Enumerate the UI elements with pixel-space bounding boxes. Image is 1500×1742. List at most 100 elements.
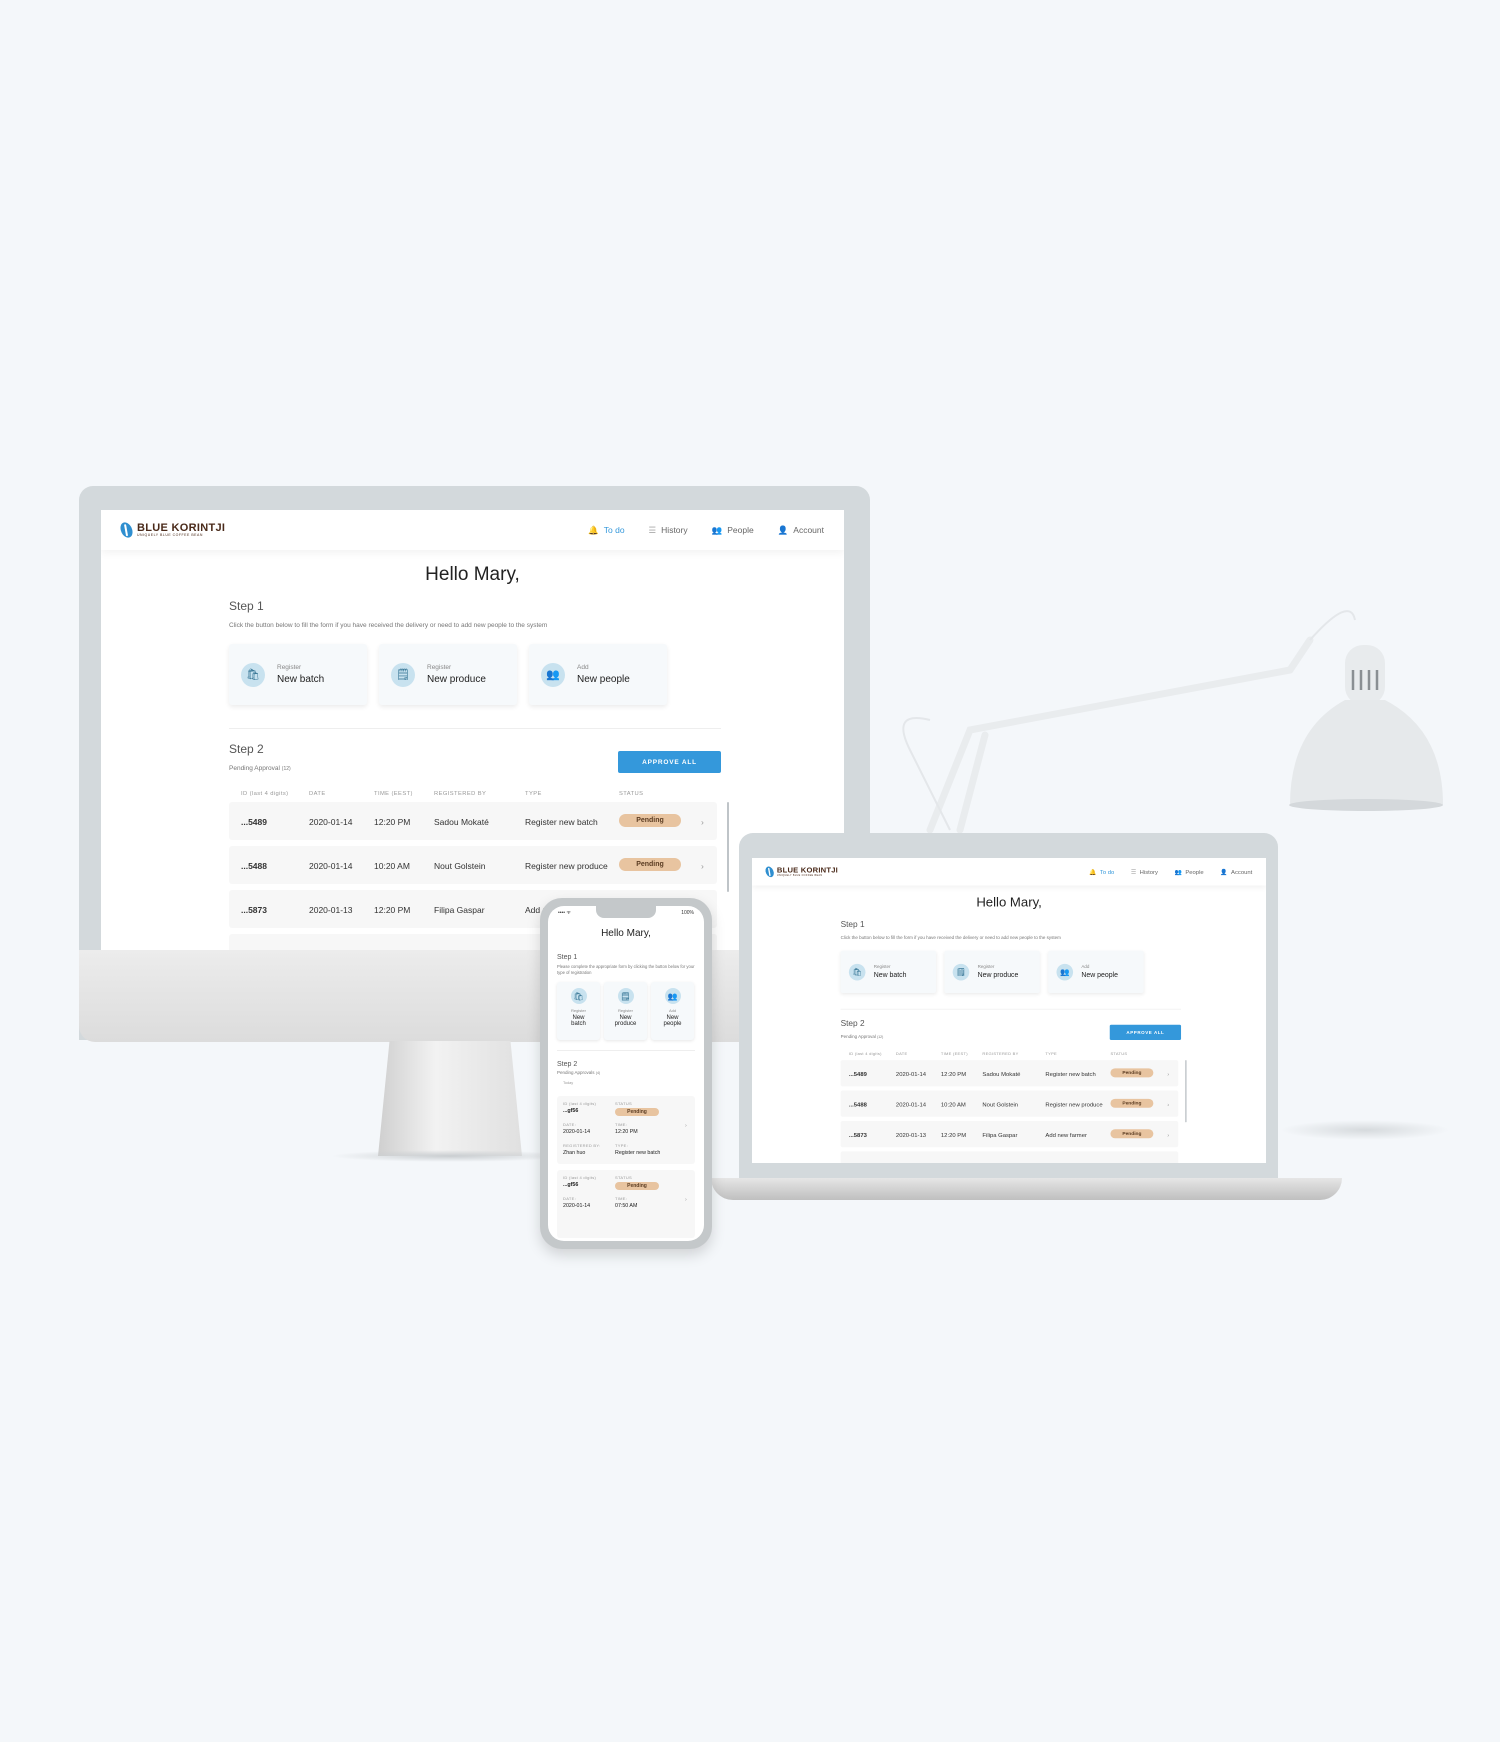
cell-time: 12:20 PM bbox=[374, 905, 411, 915]
field-label: DATE: bbox=[563, 1196, 576, 1201]
user-icon: 👤 bbox=[1220, 868, 1228, 875]
status-badge: Pending bbox=[619, 814, 681, 827]
card-new-batch[interactable]: 🛍 Register New batch bbox=[840, 950, 937, 993]
pending-count: (12) bbox=[281, 766, 291, 772]
brand-logo[interactable]: BLUE KORINTJI UNIQUELY BLUE COFFEE BEAN bbox=[118, 520, 225, 540]
nav-people[interactable]: 👥 People bbox=[712, 525, 754, 536]
scrollbar[interactable] bbox=[727, 802, 729, 892]
field-label: STATUS bbox=[615, 1175, 632, 1180]
table-row[interactable]: ...5873 2020-01-13 12:20 PM Filipa Gaspar Ad… bbox=[840, 1120, 1179, 1148]
card-new-people[interactable]: 👥 Add New people bbox=[1048, 950, 1144, 993]
column-header: TIME (EEST) bbox=[940, 1052, 968, 1057]
battery-indicator: 100% bbox=[681, 910, 694, 916]
app-ui: BLUE KORINTJI UNIQUELY BLUE COFFEE BEAN 🔔 T… bbox=[752, 858, 1266, 1163]
step1-description: Please complete the appropriate form by … bbox=[557, 964, 695, 975]
phone-card[interactable]: 🛍 Register New batch bbox=[557, 982, 600, 1040]
top-navbar: BLUE KORINTJI UNIQUELY BLUE COFFEE BEAN 🔔 T… bbox=[101, 510, 844, 550]
phone-card[interactable]: 🗒 Register New produce bbox=[604, 982, 647, 1040]
chevron-right-icon[interactable]: › bbox=[1167, 1131, 1169, 1138]
phone-notch bbox=[596, 906, 656, 918]
pending-subtitle: Pending Approvals bbox=[557, 1070, 595, 1075]
people-icon: 👥 bbox=[664, 988, 681, 1004]
cell-time: 10:20 AM bbox=[374, 861, 410, 871]
chevron-right-icon[interactable]: › bbox=[1167, 1070, 1169, 1077]
nav-history[interactable]: ☰ History bbox=[649, 525, 688, 536]
pending-card[interactable]: ID (last 4 digits) ...gf56 STATUS Pending DA… bbox=[557, 1170, 695, 1238]
column-header: ID (last 4 digits) bbox=[848, 1052, 882, 1057]
card-label: produce bbox=[614, 1021, 637, 1027]
nav-people[interactable]: 👥 People bbox=[1175, 868, 1204, 876]
card-kicker: Register bbox=[427, 664, 452, 671]
column-header: STATUS bbox=[1110, 1052, 1128, 1057]
card-new-batch[interactable]: 🛍 Register New batch bbox=[229, 644, 367, 705]
table-row[interactable]: ...5489 2020-01-14 12:20 PM Sadou Mokaté Reg… bbox=[840, 1060, 1179, 1087]
card-new-people[interactable]: 👥 Add New people bbox=[529, 644, 667, 705]
chevron-right-icon[interactable]: › bbox=[1167, 1101, 1169, 1108]
card-kicker: Register bbox=[571, 1008, 586, 1013]
cell-time: 12:20 PM bbox=[940, 1131, 967, 1139]
phone-card[interactable]: 👥 Add New people bbox=[651, 982, 694, 1040]
nav-label: To do bbox=[603, 524, 625, 535]
column-header: TYPE bbox=[525, 791, 542, 797]
table-row[interactable] bbox=[840, 1151, 1179, 1163]
card-label: New batch bbox=[277, 674, 325, 685]
pending-count: (12) bbox=[877, 1035, 884, 1040]
chevron-right-icon[interactable]: › bbox=[685, 1197, 687, 1203]
card-new-produce[interactable]: 🗒 Register New produce bbox=[944, 950, 1040, 993]
user-icon: 👤 bbox=[777, 524, 789, 535]
bag-icon: 🛍 bbox=[570, 988, 587, 1004]
bell-icon: 🔔 bbox=[1089, 868, 1097, 875]
table-row[interactable]: ...5488 2020-01-14 10:20 AM Nout Golstein Re… bbox=[229, 846, 717, 884]
brand-logo[interactable]: BLUE KORINTJI UNIQUELY BLUE COFFEE BEAN bbox=[763, 865, 838, 879]
card-new-produce[interactable]: 🗒 Register New produce bbox=[379, 644, 517, 705]
cell-type: Register new produce bbox=[1045, 1100, 1103, 1108]
cell-id: ...5873 bbox=[241, 905, 267, 915]
nav-to-do[interactable]: 🔔 To do bbox=[588, 525, 624, 536]
laptop-base bbox=[711, 1178, 1342, 1200]
chevron-right-icon[interactable]: › bbox=[701, 861, 704, 871]
nav-label: People bbox=[727, 524, 754, 535]
chevron-right-icon[interactable]: › bbox=[685, 1123, 687, 1129]
field-by: Zhan huo bbox=[563, 1150, 586, 1156]
nav-label: History bbox=[1139, 868, 1158, 875]
status-badge: Pending bbox=[1110, 1098, 1154, 1108]
table-row[interactable]: ...5488 2020-01-14 10:20 AM Nout Golstein Re… bbox=[840, 1090, 1179, 1117]
step1-title: Step 1 bbox=[229, 599, 264, 613]
status-badge: Pending bbox=[1110, 1068, 1154, 1078]
cell-by: Filipa Gaspar bbox=[434, 905, 485, 915]
cell-time: 12:20 PM bbox=[374, 817, 411, 827]
status-badge: Pending bbox=[619, 858, 681, 871]
cell-type: Register new batch bbox=[1045, 1070, 1096, 1078]
card-label: New produce bbox=[977, 971, 1019, 980]
cell-by: Sadou Mokaté bbox=[982, 1070, 1021, 1078]
approve-all-button[interactable]: APPROVE ALL bbox=[1109, 1024, 1182, 1040]
bag-icon: 🛍 bbox=[241, 662, 265, 687]
card-kicker: Add bbox=[577, 664, 589, 671]
chevron-right-icon[interactable]: › bbox=[701, 817, 704, 827]
field-type: Register new batch bbox=[615, 1150, 661, 1156]
nav-account[interactable]: 👤 Account bbox=[778, 525, 824, 536]
field-id: ...gf56 bbox=[563, 1182, 579, 1188]
cell-type: Add new farmer bbox=[1045, 1131, 1087, 1139]
card-kicker: Register bbox=[977, 964, 995, 970]
field-label: REGISTERED BY: bbox=[563, 1143, 601, 1148]
step1-description: Click the button below to fill the form … bbox=[229, 622, 548, 629]
column-header: DATE bbox=[309, 791, 326, 797]
step1-description: Click the button below to fill the form … bbox=[840, 935, 1061, 941]
nav-to-do[interactable]: 🔔 To do bbox=[1089, 868, 1114, 876]
pending-card[interactable]: ID (last 4 digits) ...gf56 STATUS Pending DA… bbox=[557, 1096, 695, 1164]
cell-id: ...5488 bbox=[848, 1100, 867, 1108]
people-icon: 👥 bbox=[541, 662, 565, 687]
cell-time: 12:20 PM bbox=[940, 1070, 967, 1078]
card-label: batch bbox=[571, 1021, 586, 1027]
nav-account[interactable]: 👤 Account bbox=[1220, 868, 1252, 876]
card-kicker: Add bbox=[1081, 964, 1090, 970]
scrollbar[interactable] bbox=[1185, 1060, 1187, 1123]
field-date: 2020-01-14 bbox=[563, 1203, 591, 1209]
table-row[interactable]: ...5489 2020-01-14 12:20 PM Sadou Mokaté Reg… bbox=[229, 802, 717, 840]
approve-all-button[interactable]: APPROVE ALL bbox=[618, 751, 721, 773]
nav-history[interactable]: ☰ History bbox=[1131, 868, 1158, 876]
shadow bbox=[330, 1150, 570, 1162]
pending-subtitle: Pending Approval bbox=[840, 1034, 876, 1040]
field-date: 2020-01-14 bbox=[563, 1129, 591, 1135]
